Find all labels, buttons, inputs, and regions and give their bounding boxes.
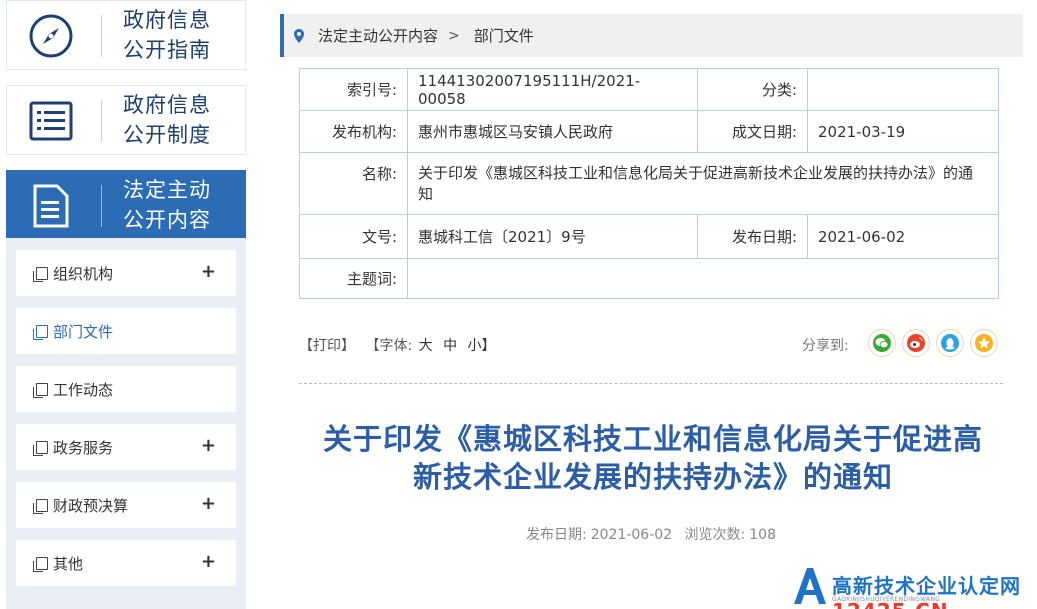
meta-value: 惠州市惠城区马安镇人民政府 <box>407 110 698 153</box>
qzone-icon[interactable] <box>970 329 998 357</box>
tile-label: 法定主动 公开内容 <box>123 178 211 232</box>
expand-icon[interactable]: + <box>201 436 216 456</box>
font-medium-button[interactable]: 中 <box>443 338 457 354</box>
tile-separator <box>101 15 102 57</box>
tile-label: 政府信息 公开指南 <box>123 8 211 62</box>
meta-value: 2021-06-02 <box>807 214 999 259</box>
views-label: 浏览次数: <box>684 527 746 543</box>
qq-icon[interactable] <box>936 329 964 357</box>
meta-value: 关于印发《惠城区科技工业和信息化局关于促进高新技术企业发展的扶持办法》的通知 <box>407 152 999 215</box>
submenu-item-budget[interactable]: 财政预决算 + <box>16 482 236 528</box>
expand-icon[interactable]: + <box>201 262 216 282</box>
tile-separator <box>101 185 102 227</box>
meta-label: 成文日期: <box>697 110 808 153</box>
submenu-item-organization[interactable]: 组织机构 + <box>16 250 236 296</box>
expand-icon[interactable]: + <box>201 494 216 514</box>
nav-tile-mandatory[interactable]: 法定主动 公开内容 <box>6 170 246 240</box>
pub-date-label: 发布日期: <box>526 527 587 543</box>
expand-icon[interactable]: + <box>201 552 216 572</box>
tile-label: 政府信息 公开制度 <box>123 93 211 147</box>
watermark-subtext: GAOXINJISHUQIYERENDINGWANG <box>832 596 941 603</box>
meta-label: 文号: <box>299 214 408 259</box>
sidebar: 政府信息 公开指南 政府信息 公开制度 法定主动 公开内容 组织机构 + 部门文… <box>0 0 252 609</box>
location-pin-icon <box>294 28 304 43</box>
site-watermark: 高新技术企业认定网12425.CN GAOXINJISHUQIYERENDING… <box>790 560 1037 609</box>
tile-separator <box>101 100 102 142</box>
article-tools: 【打印】 【字体: 大 中 小】 分享到: <box>299 329 999 357</box>
font-small-button[interactable]: 小】 <box>468 338 496 354</box>
document-icon <box>33 440 48 456</box>
submenu: 组织机构 + 部门文件 工作动态 政务服务 + 财政预决算 + 其他 + <box>6 238 246 609</box>
document-icon <box>33 382 48 398</box>
meta-label: 主题词: <box>299 258 408 299</box>
submenu-item-department-files[interactable]: 部门文件 <box>16 308 236 354</box>
watermark-text: 高新技术企业认定网12425.CN <box>832 574 1021 609</box>
share-label: 分享到: <box>802 338 849 354</box>
submenu-item-work-news[interactable]: 工作动态 <box>16 366 236 412</box>
weibo-icon[interactable] <box>902 329 930 357</box>
submenu-item-gov-services[interactable]: 政务服务 + <box>16 424 236 470</box>
list-icon <box>23 96 79 146</box>
meta-value <box>807 68 999 111</box>
submenu-item-other[interactable]: 其他 + <box>16 540 236 586</box>
meta-label: 发布日期: <box>697 214 808 259</box>
divider <box>299 383 1003 384</box>
document-icon <box>33 324 48 340</box>
meta-value: 11441302007195111H/2021-00058 <box>407 68 698 111</box>
breadcrumb-separator: > <box>448 27 460 44</box>
meta-label: 索引号: <box>299 68 408 111</box>
meta-value <box>407 258 999 299</box>
document-icon <box>33 266 48 282</box>
print-button[interactable]: 【打印】 <box>299 338 355 354</box>
meta-label: 名称: <box>299 152 408 215</box>
wechat-icon[interactable] <box>868 329 896 357</box>
article-title: 关于印发《惠城区科技工业和信息化局关于促进高 新技术企业发展的扶持办法》的通知 <box>322 422 983 494</box>
document-icon <box>33 556 48 572</box>
nav-tile-system[interactable]: 政府信息 公开制度 <box>6 85 246 155</box>
font-size-label: 【字体: <box>365 338 413 354</box>
nav-tile-guide[interactable]: 政府信息 公开指南 <box>6 0 246 70</box>
compass-icon <box>23 11 79 61</box>
document-icon <box>23 181 79 231</box>
breadcrumb-item[interactable]: 法定主动公开内容 <box>318 25 438 46</box>
meta-value: 惠城科工信〔2021〕9号 <box>407 214 698 259</box>
article-pub-info: 发布日期: 2021-06-02 浏览次数: 108 <box>299 524 1003 544</box>
meta-label: 分类: <box>697 68 808 111</box>
views-count: 108 <box>749 527 776 543</box>
breadcrumb-item-current[interactable]: 部门文件 <box>474 25 534 46</box>
document-meta-table: 索引号: 11441302007195111H/2021-00058 分类: 发… <box>299 68 999 299</box>
document-icon <box>33 498 48 514</box>
pub-date: 2021-06-02 <box>590 527 673 543</box>
font-large-button[interactable]: 大 <box>419 338 433 354</box>
breadcrumb: 法定主动公开内容 > 部门文件 <box>280 14 1023 57</box>
meta-value: 2021-03-19 <box>807 110 999 153</box>
watermark-logo-icon <box>794 568 826 604</box>
meta-label: 发布机构: <box>299 110 408 153</box>
